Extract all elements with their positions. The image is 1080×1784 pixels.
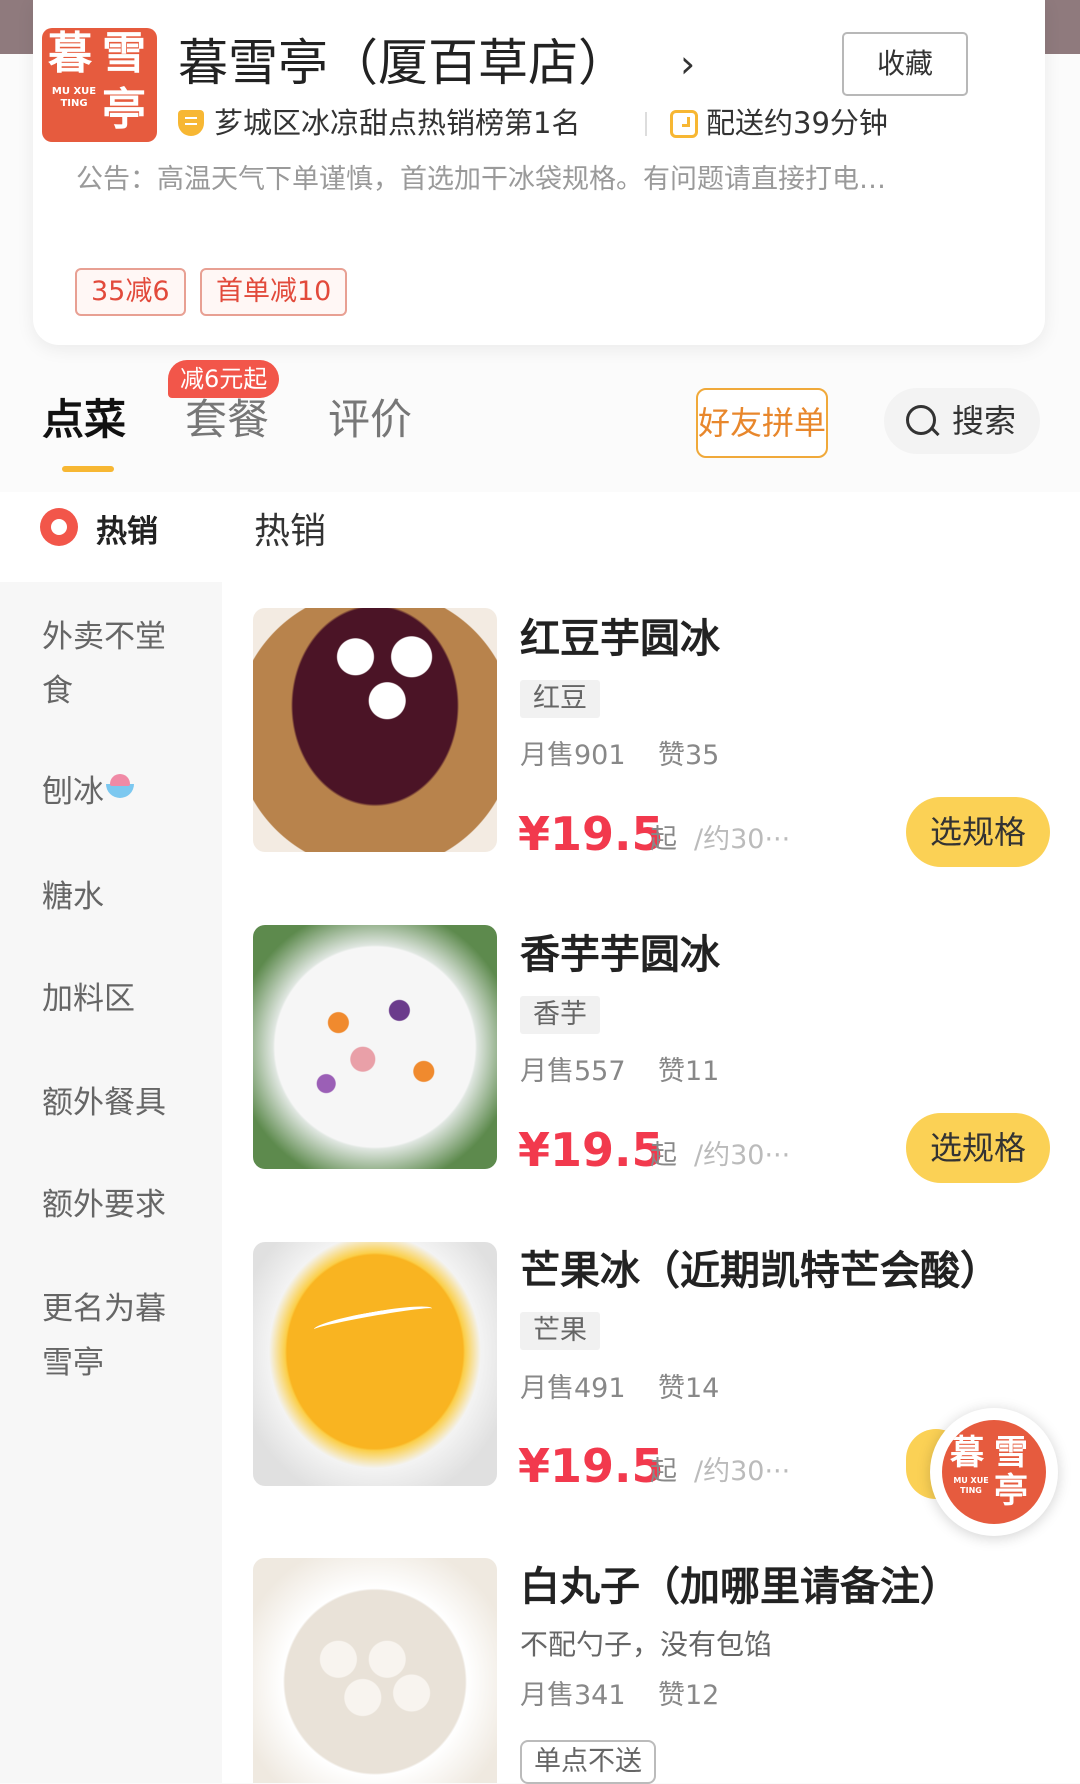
sidebar-item-renamed[interactable]: 更名为暮雪亭 xyxy=(42,1282,192,1390)
clock-icon xyxy=(670,110,698,138)
chevron-right-icon[interactable]: › xyxy=(680,44,695,84)
logo-char: 亭 xyxy=(102,84,146,135)
price-suffix: 起 xyxy=(650,824,677,855)
coupon-tag[interactable]: 首单减10 xyxy=(200,268,348,316)
search-icon xyxy=(906,405,936,435)
dish-tag: 香芋 xyxy=(520,996,600,1034)
store-logo[interactable]: 暮 雪 亭 MU XUE TING xyxy=(42,28,157,142)
dish-image[interactable] xyxy=(253,925,497,1169)
dish-tag: 芒果 xyxy=(520,1312,600,1350)
dish-name[interactable]: 红豆芋圆冰 xyxy=(520,612,720,666)
dish-sales: 月售901 xyxy=(520,740,626,771)
dish-unit: /约30··· xyxy=(694,824,791,855)
sidebar-item-extra-utensils[interactable]: 额外餐具 xyxy=(42,1076,192,1130)
sidebar-item-label: 刨冰 xyxy=(42,774,104,810)
sidebar-item-extra-requests[interactable]: 额外要求 xyxy=(42,1178,192,1232)
logo-char: 暮 xyxy=(48,28,92,79)
dish-price: ¥19.5 xyxy=(518,1439,664,1493)
dish-sales: 月售491 xyxy=(520,1373,626,1404)
tab-reviews[interactable]: 评价 xyxy=(328,392,412,448)
dish-sales: 月售557 xyxy=(520,1056,626,1087)
divider xyxy=(645,112,647,136)
dish-name[interactable]: 香芋芋圆冰 xyxy=(520,928,720,982)
tab-sets[interactable]: 套餐 xyxy=(185,392,269,448)
dish-tag: 红豆 xyxy=(520,680,600,718)
fire-icon xyxy=(40,508,78,546)
sidebar-item-shaved-ice[interactable]: 刨冰 xyxy=(42,765,192,819)
search-button[interactable]: 搜索 xyxy=(884,388,1040,454)
ranking-badge-icon xyxy=(178,110,204,136)
dish-image[interactable] xyxy=(253,608,497,852)
dish-price: ¥19.5 xyxy=(518,1123,664,1177)
dish-description: 不配勺子，没有包馅 xyxy=(520,1628,773,1661)
dish-name[interactable]: 白丸子（加哪里请备注） xyxy=(520,1560,960,1614)
dish-likes: 赞35 xyxy=(658,740,720,771)
floating-logo-face: 暮 雪 亭 MU XUE TING xyxy=(942,1420,1046,1524)
dish-image[interactable] xyxy=(253,1242,497,1486)
section-title: 热销 xyxy=(254,511,327,552)
store-ranking[interactable]: 芗城区冰凉甜点热销榜第1名 xyxy=(214,105,580,141)
store-notice[interactable]: 公告：高温天气下单谨慎，首选加干冰袋规格。有问题请直接打电… xyxy=(76,162,886,198)
logo-char: 暮 xyxy=(950,1433,984,1473)
group-order-button[interactable]: 好友拼单 xyxy=(696,388,828,458)
sidebar-item-toppings[interactable]: 加料区 xyxy=(42,972,192,1026)
logo-char: 雪 xyxy=(994,1433,1028,1473)
active-tab-indicator xyxy=(62,466,114,472)
logo-small-text: MU XUE TING xyxy=(953,1476,989,1495)
select-spec-button[interactable]: 选规格 xyxy=(906,1113,1050,1183)
tab-dishes[interactable]: 点菜 xyxy=(42,392,126,448)
dish-price: ¥19.5 xyxy=(518,807,664,861)
select-spec-button[interactable]: 选规格 xyxy=(906,797,1050,867)
dish-image[interactable] xyxy=(253,1558,497,1783)
favorite-button[interactable]: 收藏 xyxy=(842,32,968,96)
no-solo-delivery-badge: 单点不送 xyxy=(520,1740,656,1784)
sidebar-item-sweet-soup[interactable]: 糖水 xyxy=(42,870,192,924)
logo-char: 雪 xyxy=(102,28,146,79)
sidebar-item-delivery-only[interactable]: 外卖不堂食 xyxy=(42,610,192,718)
price-suffix: 起 xyxy=(650,1140,677,1171)
shaved-ice-icon xyxy=(104,774,136,806)
dish-name[interactable]: 芒果冰（近期凯特芒会酸） xyxy=(520,1244,1000,1298)
logo-char: 亭 xyxy=(994,1471,1028,1511)
dish-unit: /约30··· xyxy=(694,1140,791,1171)
price-suffix: 起 xyxy=(650,1456,677,1487)
dish-sales: 月售341 xyxy=(520,1680,626,1711)
coupon-tag[interactable]: 35减6 xyxy=(75,268,186,316)
delivery-time: 配送约39分钟 xyxy=(706,106,888,140)
logo-small-text: MU XUE TING xyxy=(51,86,97,109)
dish-likes: 赞11 xyxy=(658,1056,720,1087)
dish-likes: 赞14 xyxy=(658,1373,720,1404)
dish-likes: 赞12 xyxy=(658,1680,720,1711)
floating-store-logo-button[interactable]: 暮 雪 亭 MU XUE TING xyxy=(930,1408,1058,1536)
store-name[interactable]: 暮雪亭（厦百草店） xyxy=(178,30,628,96)
dish-unit: /约30··· xyxy=(694,1456,791,1487)
search-label: 搜索 xyxy=(952,402,1017,440)
